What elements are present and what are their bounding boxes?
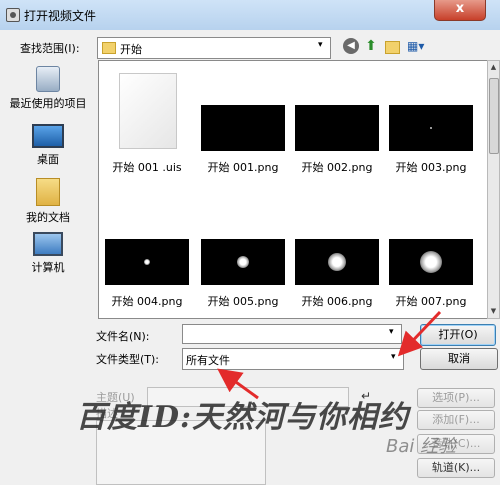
image-thumbnail [201, 239, 285, 285]
image-thumbnail [295, 105, 379, 151]
place-my-documents[interactable]: 我的文档 [5, 178, 91, 225]
file-item[interactable]: 开始 006.png [291, 237, 383, 318]
file-item[interactable]: 开始 002.png [291, 73, 383, 183]
file-item[interactable]: 开始 004.png [101, 237, 193, 318]
app-icon [6, 8, 20, 22]
image-thumbnail [389, 239, 473, 285]
open-button[interactable]: 打开(O) [420, 324, 496, 346]
file-item[interactable]: 开始 001 .uis [101, 73, 193, 183]
close-button[interactable]: x [434, 0, 486, 21]
file-name: 开始 003.png [395, 161, 467, 174]
image-thumbnail [389, 105, 473, 151]
site-watermark: Bai 经验 [386, 436, 457, 457]
filename-input[interactable]: ▾ [182, 324, 402, 344]
file-item[interactable]: 开始 007.png [385, 237, 477, 318]
image-thumbnail [201, 105, 285, 151]
glow-dot [420, 251, 442, 273]
file-name: 开始 001.png [207, 161, 279, 174]
glow-dot [328, 253, 346, 271]
track-button: 轨道(K)... [417, 458, 495, 478]
view-menu-button[interactable]: ▦▾ [407, 38, 429, 54]
folder-icon [102, 42, 116, 54]
document-icon [119, 73, 177, 149]
scroll-down-icon[interactable]: ▼ [488, 305, 499, 317]
lookin-dropdown[interactable]: 开始 ▾ [97, 37, 331, 59]
window-title: 打开视频文件 [24, 9, 97, 23]
file-name: 开始 006.png [301, 295, 373, 308]
new-folder-button[interactable] [385, 41, 400, 54]
file-item[interactable]: 开始 005.png [197, 237, 289, 318]
place-label: 我的文档 [26, 211, 70, 224]
file-item[interactable]: 开始 001.png [197, 73, 289, 183]
watermark: 百度ID:天然河与你相约 [76, 400, 410, 435]
filetype-value: 所有文件 [186, 354, 230, 367]
filename-label: 文件名(N): [96, 330, 150, 343]
file-name: 开始 007.png [395, 295, 467, 308]
image-thumbnail [295, 239, 379, 285]
recent-items-icon [36, 66, 60, 92]
lookin-value: 开始 [120, 43, 142, 56]
file-list[interactable]: 开始 001 .uis 开始 001.png 开始 002.png 开始 003.pn… [98, 60, 490, 319]
title-bar: 打开视频文件 x [0, 0, 500, 31]
chevron-down-icon: ▾ [318, 40, 323, 50]
place-recent-items[interactable]: 最近使用的项目 [5, 66, 91, 111]
file-name: 开始 005.png [207, 295, 279, 308]
filetype-select[interactable]: 所有文件 ▾ [182, 348, 404, 370]
vertical-scrollbar[interactable]: ▲ ▼ [487, 60, 500, 319]
lookin-label: 查找范围(I): [20, 42, 80, 55]
file-name: 开始 002.png [301, 161, 373, 174]
place-desktop[interactable]: 桌面 [5, 124, 91, 167]
glow-dot [237, 256, 249, 268]
file-name: 开始 001 .uis [112, 161, 182, 174]
back-button[interactable]: ◀ [343, 38, 359, 54]
file-name: 开始 004.png [111, 295, 183, 308]
chevron-down-icon[interactable]: ▾ [389, 327, 394, 337]
image-thumbnail [105, 239, 189, 285]
glow-dot [144, 259, 150, 265]
desktop-icon [32, 124, 64, 148]
chevron-down-icon: ▾ [391, 352, 396, 362]
scroll-up-icon[interactable]: ▲ [488, 61, 499, 73]
add-button: 添加(F)... [417, 410, 495, 430]
place-label: 桌面 [37, 153, 59, 166]
documents-icon [36, 178, 60, 206]
file-item[interactable]: 开始 003.png [385, 73, 477, 183]
computer-icon [33, 232, 63, 256]
options-button: 选项(P)... [417, 388, 495, 408]
glow-dot [430, 127, 432, 129]
place-label: 最近使用的项目 [9, 97, 87, 110]
cancel-button[interactable]: 取消 [420, 348, 498, 370]
scroll-thumb[interactable] [489, 78, 499, 154]
filetype-label: 文件类型(T): [96, 353, 160, 366]
place-label: 计算机 [31, 261, 65, 274]
place-computer[interactable]: 计算机 [5, 232, 91, 275]
up-folder-button[interactable]: ⬆ [363, 38, 379, 54]
places-bar: 最近使用的项目 桌面 我的文档 计算机 [5, 60, 91, 320]
